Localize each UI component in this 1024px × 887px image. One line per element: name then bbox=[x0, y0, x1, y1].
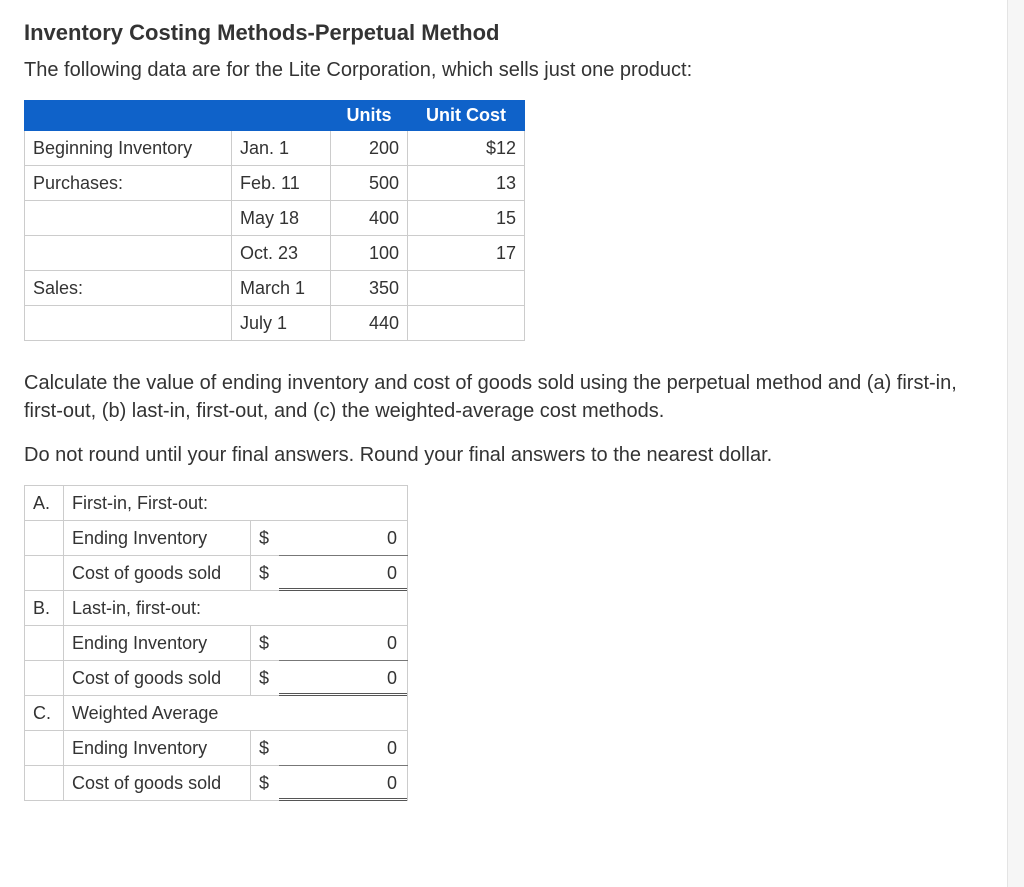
intro-text: The following data are for the Lite Corp… bbox=[24, 56, 1000, 84]
currency-symbol: $ bbox=[251, 766, 280, 801]
section-header-row: C. Weighted Average bbox=[25, 696, 408, 731]
row-date: Jan. 1 bbox=[232, 131, 331, 166]
currency-symbol: $ bbox=[251, 731, 280, 766]
answers-table: A. First-in, First-out: Ending Inventory… bbox=[24, 485, 408, 801]
row-units: 440 bbox=[331, 306, 408, 341]
instruction-text: Calculate the value of ending inventory … bbox=[24, 369, 1000, 425]
row-cost bbox=[408, 271, 525, 306]
row-date: Oct. 23 bbox=[232, 236, 331, 271]
row-cost: 15 bbox=[408, 201, 525, 236]
section-header-row: B. Last-in, first-out: bbox=[25, 591, 408, 626]
answer-row: Ending Inventory $ 0 bbox=[25, 521, 408, 556]
ei-label: Ending Inventory bbox=[64, 521, 251, 556]
ei-value-input[interactable]: 0 bbox=[279, 521, 408, 556]
table-row: Sales: March 1 350 bbox=[25, 271, 525, 306]
ei-value-input[interactable]: 0 bbox=[279, 626, 408, 661]
cogs-label: Cost of goods sold bbox=[64, 556, 251, 591]
row-units: 350 bbox=[331, 271, 408, 306]
answer-row: Cost of goods sold $ 0 bbox=[25, 556, 408, 591]
table-row: Oct. 23 100 17 bbox=[25, 236, 525, 271]
answer-row: Ending Inventory $ 0 bbox=[25, 626, 408, 661]
section-header-row: A. First-in, First-out: bbox=[25, 486, 408, 521]
currency-symbol: $ bbox=[251, 556, 280, 591]
row-cost bbox=[408, 306, 525, 341]
cogs-value-input[interactable]: 0 bbox=[279, 766, 408, 801]
currency-symbol: $ bbox=[251, 626, 280, 661]
row-label bbox=[25, 236, 232, 271]
row-cost: $12 bbox=[408, 131, 525, 166]
row-label bbox=[25, 306, 232, 341]
row-units: 400 bbox=[331, 201, 408, 236]
row-date: May 18 bbox=[232, 201, 331, 236]
section-name: Weighted Average bbox=[64, 696, 408, 731]
page-title: Inventory Costing Methods-Perpetual Meth… bbox=[24, 20, 1000, 46]
row-date: July 1 bbox=[232, 306, 331, 341]
rounding-text: Do not round until your final answers. R… bbox=[24, 441, 1000, 469]
th-unit-cost: Unit Cost bbox=[408, 101, 525, 131]
cogs-value-input[interactable]: 0 bbox=[279, 661, 408, 696]
row-units: 200 bbox=[331, 131, 408, 166]
row-date: Feb. 11 bbox=[232, 166, 331, 201]
row-cost: 13 bbox=[408, 166, 525, 201]
currency-symbol: $ bbox=[251, 661, 280, 696]
scrollbar-track[interactable] bbox=[1007, 0, 1024, 887]
cogs-label: Cost of goods sold bbox=[64, 766, 251, 801]
ei-label: Ending Inventory bbox=[64, 731, 251, 766]
th-blank-2 bbox=[232, 101, 331, 131]
ei-label: Ending Inventory bbox=[64, 626, 251, 661]
answer-row: Ending Inventory $ 0 bbox=[25, 731, 408, 766]
table-row: May 18 400 15 bbox=[25, 201, 525, 236]
row-label: Purchases: bbox=[25, 166, 232, 201]
answer-row: Cost of goods sold $ 0 bbox=[25, 766, 408, 801]
table-row: Purchases: Feb. 11 500 13 bbox=[25, 166, 525, 201]
row-label: Beginning Inventory bbox=[25, 131, 232, 166]
answer-row: Cost of goods sold $ 0 bbox=[25, 661, 408, 696]
cogs-value-input[interactable]: 0 bbox=[279, 556, 408, 591]
row-units: 100 bbox=[331, 236, 408, 271]
section-name: Last-in, first-out: bbox=[64, 591, 408, 626]
table-row: Beginning Inventory Jan. 1 200 $12 bbox=[25, 131, 525, 166]
section-name: First-in, First-out: bbox=[64, 486, 408, 521]
cogs-label: Cost of goods sold bbox=[64, 661, 251, 696]
row-cost: 17 bbox=[408, 236, 525, 271]
row-units: 500 bbox=[331, 166, 408, 201]
inventory-data-table: Units Unit Cost Beginning Inventory Jan.… bbox=[24, 100, 525, 341]
currency-symbol: $ bbox=[251, 521, 280, 556]
row-date: March 1 bbox=[232, 271, 331, 306]
th-units: Units bbox=[331, 101, 408, 131]
table-row: July 1 440 bbox=[25, 306, 525, 341]
section-letter: B. bbox=[25, 591, 64, 626]
section-letter: C. bbox=[25, 696, 64, 731]
ei-value-input[interactable]: 0 bbox=[279, 731, 408, 766]
section-letter: A. bbox=[25, 486, 64, 521]
row-label: Sales: bbox=[25, 271, 232, 306]
row-label bbox=[25, 201, 232, 236]
th-blank-1 bbox=[25, 101, 232, 131]
